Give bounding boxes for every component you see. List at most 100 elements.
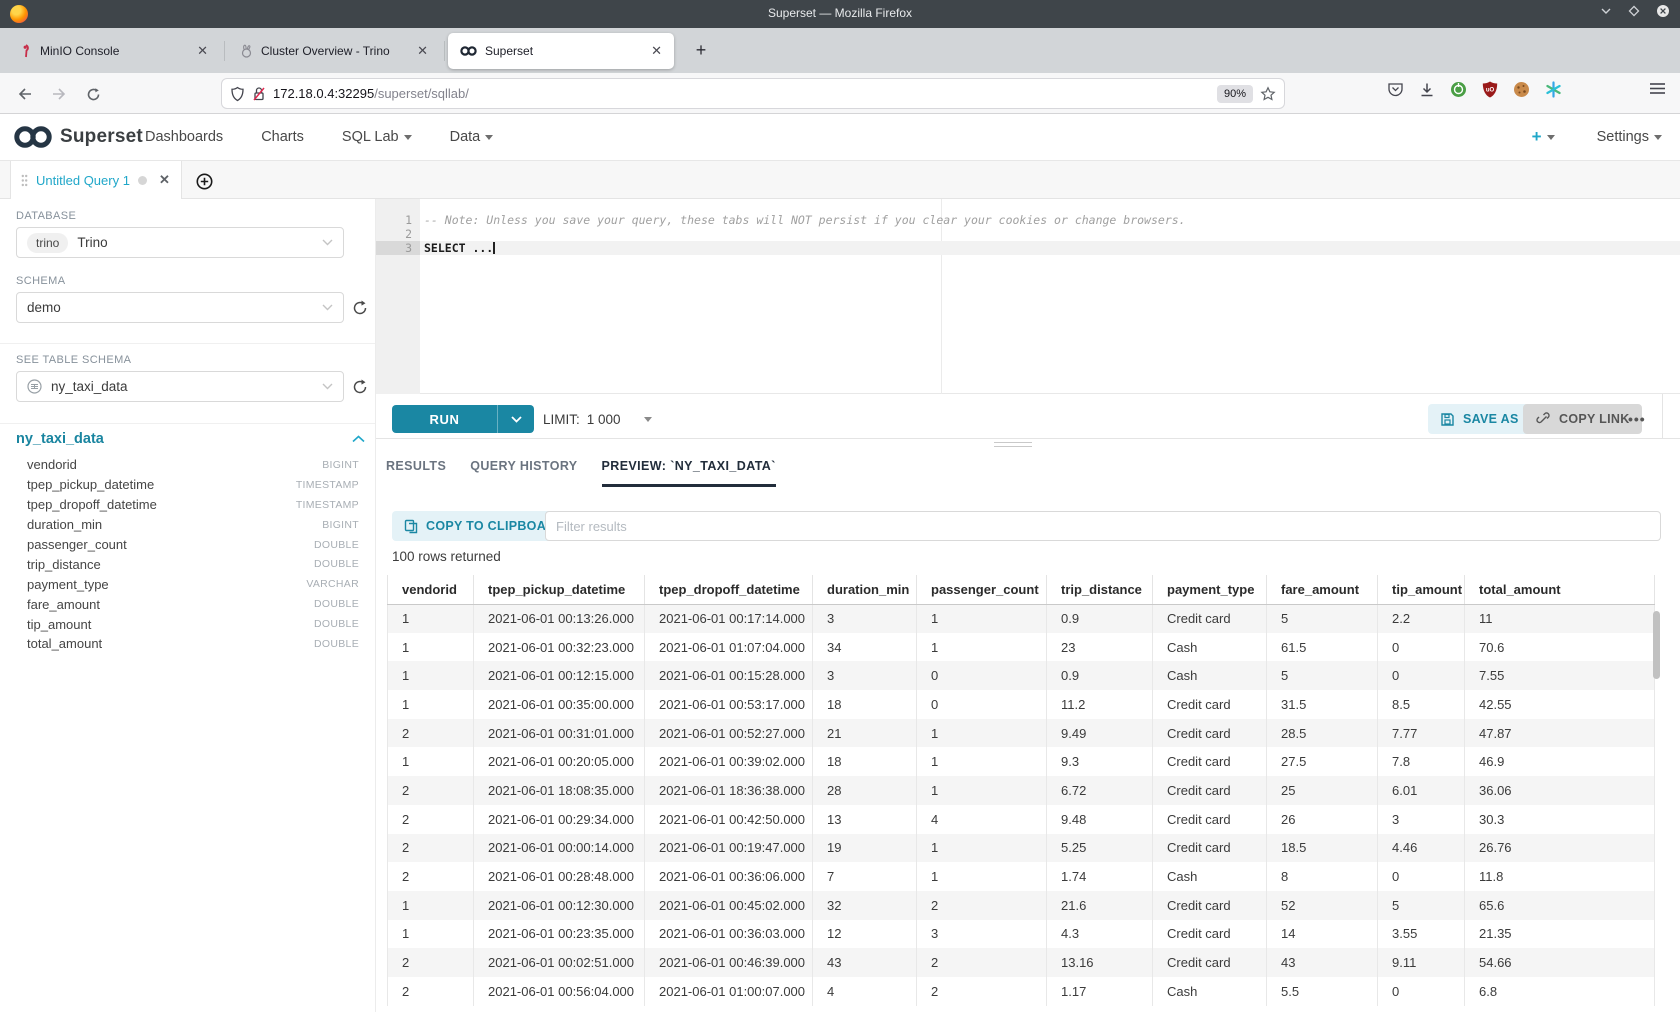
table-cell: 11.2 bbox=[1047, 690, 1153, 719]
column-header[interactable]: tpep_pickup_datetime bbox=[474, 575, 645, 604]
extension-green-icon[interactable] bbox=[1450, 81, 1467, 98]
table-cell: 12 bbox=[813, 920, 917, 949]
column-header[interactable]: trip_distance bbox=[1047, 575, 1153, 604]
sql-editor[interactable]: 1 2 3 -- Note: Unless you save your quer… bbox=[376, 199, 1680, 394]
reload-button[interactable] bbox=[80, 81, 106, 107]
drag-handle-icon[interactable] bbox=[21, 174, 28, 187]
table-cell: 2021-06-01 00:36:06.000 bbox=[645, 862, 813, 891]
browser-tab-title: MinIO Console bbox=[40, 44, 187, 58]
column-type: TIMESTAMP bbox=[296, 499, 359, 511]
cookie-icon[interactable] bbox=[1513, 81, 1530, 98]
column-header[interactable]: tip_amount bbox=[1378, 575, 1465, 604]
forward-button[interactable] bbox=[46, 81, 72, 107]
table-row: 22021-06-01 00:29:34.0002021-06-01 00:42… bbox=[388, 805, 1655, 834]
run-options-chevron[interactable] bbox=[498, 416, 534, 423]
table-cell: Credit card bbox=[1153, 948, 1267, 977]
refresh-table-icon[interactable] bbox=[351, 378, 369, 396]
column-header[interactable]: vendorid bbox=[388, 575, 474, 604]
column-header[interactable]: passenger_count bbox=[917, 575, 1047, 604]
menu-hamburger-icon[interactable] bbox=[1649, 81, 1666, 96]
table-cell: 2021-06-01 00:13:26.000 bbox=[474, 604, 645, 633]
window-maximize-icon[interactable] bbox=[1628, 5, 1640, 17]
table-cell: 4.46 bbox=[1378, 834, 1465, 863]
nav-item-charts[interactable]: Charts bbox=[261, 129, 304, 145]
table-cell: 2021-06-01 01:00:07.000 bbox=[645, 977, 813, 1006]
table-cell: 25 bbox=[1267, 776, 1378, 805]
tab-separator bbox=[224, 41, 225, 61]
new-item-button[interactable]: + bbox=[1532, 127, 1555, 147]
tab-query-history[interactable]: QUERY HISTORY bbox=[470, 459, 577, 487]
superset-brand[interactable]: Superset bbox=[12, 122, 143, 152]
table-cell: 2 bbox=[388, 977, 474, 1006]
query-tab-active[interactable]: Untitled Query 1 ✕ bbox=[10, 161, 182, 199]
browser-tab-minio[interactable]: MinIO Console ✕ bbox=[8, 33, 220, 69]
schema-value: demo bbox=[27, 300, 61, 315]
refresh-schema-icon[interactable] bbox=[351, 299, 369, 317]
settings-menu[interactable]: Settings bbox=[1597, 129, 1662, 145]
table-value: ny_taxi_data bbox=[51, 379, 128, 394]
table-scrollbar-thumb[interactable] bbox=[1653, 611, 1660, 679]
filter-results-input[interactable] bbox=[545, 511, 1661, 541]
schema-select[interactable]: demo bbox=[16, 292, 344, 323]
pocket-icon[interactable] bbox=[1387, 81, 1404, 98]
nav-item-data[interactable]: Data bbox=[450, 129, 494, 145]
column-header[interactable]: fare_amount bbox=[1267, 575, 1378, 604]
column-header[interactable]: payment_type bbox=[1153, 575, 1267, 604]
save-as-button[interactable]: SAVE AS bbox=[1428, 404, 1531, 434]
table-cell: 43 bbox=[1267, 948, 1378, 977]
new-tab-button[interactable]: + bbox=[688, 38, 714, 62]
nav-item-dashboards[interactable]: Dashboards bbox=[145, 129, 223, 145]
run-query-button[interactable]: RUN bbox=[392, 405, 534, 433]
table-row: 22021-06-01 00:02:51.0002021-06-01 00:46… bbox=[388, 948, 1655, 977]
add-query-tab-button[interactable] bbox=[190, 169, 218, 193]
table-row: 22021-06-01 00:31:01.0002021-06-01 00:52… bbox=[388, 719, 1655, 748]
query-tab-close-icon[interactable]: ✕ bbox=[159, 172, 170, 188]
table-cell: 9.49 bbox=[1047, 719, 1153, 748]
table-icon bbox=[27, 379, 42, 394]
tab-close-icon[interactable]: ✕ bbox=[195, 43, 210, 59]
bookmark-star-icon[interactable] bbox=[1260, 86, 1276, 102]
tab-results[interactable]: RESULTS bbox=[386, 459, 446, 487]
nav-item-sql-lab[interactable]: SQL Lab bbox=[342, 129, 412, 145]
column-name: duration_min bbox=[27, 517, 102, 532]
chevron-up-icon[interactable] bbox=[352, 435, 365, 443]
table-cell: 31.5 bbox=[1267, 690, 1378, 719]
schema-column-row: tip_amountDOUBLE bbox=[0, 614, 375, 634]
download-icon[interactable] bbox=[1419, 82, 1435, 98]
url-bar[interactable]: 172.18.0.4:32295/superset/sqllab/ 90% bbox=[222, 79, 1284, 108]
column-header[interactable]: total_amount bbox=[1465, 575, 1655, 604]
table-select[interactable]: ny_taxi_data bbox=[16, 371, 344, 402]
table-cell: 2021-06-01 18:36:38.000 bbox=[645, 776, 813, 805]
tab-preview-ny-taxi-data[interactable]: PREVIEW: `NY_TAXI_DATA` bbox=[602, 459, 776, 487]
tab-close-icon[interactable]: ✕ bbox=[415, 43, 430, 59]
ublock-icon[interactable]: uO bbox=[1482, 81, 1498, 98]
table-cell: 46.9 bbox=[1465, 747, 1655, 776]
table-cell: 52 bbox=[1267, 891, 1378, 920]
back-button[interactable] bbox=[12, 81, 38, 107]
schema-column-row: payment_typeVARCHAR bbox=[0, 574, 375, 594]
table-cell: 4 bbox=[917, 805, 1047, 834]
column-header[interactable]: tpep_dropoff_datetime bbox=[645, 575, 813, 604]
more-actions-button[interactable]: ••• bbox=[1622, 404, 1652, 434]
window-minimize-icon[interactable] bbox=[1600, 5, 1612, 17]
window-close-icon[interactable] bbox=[1656, 4, 1670, 18]
shield-icon[interactable] bbox=[230, 86, 245, 102]
browser-tab-trino[interactable]: Cluster Overview - Trino ✕ bbox=[228, 33, 440, 69]
tab-close-icon[interactable]: ✕ bbox=[649, 43, 664, 59]
zoom-level-badge[interactable]: 90% bbox=[1217, 85, 1253, 103]
table-cell: Cash bbox=[1153, 862, 1267, 891]
extension-asterisk-icon[interactable] bbox=[1545, 81, 1562, 98]
database-select[interactable]: trino Trino bbox=[16, 227, 344, 258]
table-cell: 2021-06-01 00:29:34.000 bbox=[474, 805, 645, 834]
schema-column-row: tpep_pickup_datetimeTIMESTAMP bbox=[0, 475, 375, 495]
column-header[interactable]: duration_min bbox=[813, 575, 917, 604]
table-row: 22021-06-01 00:00:14.0002021-06-01 00:19… bbox=[388, 834, 1655, 863]
limit-dropdown[interactable]: LIMIT: 1 000 bbox=[543, 405, 652, 433]
table-cell: 3 bbox=[1378, 805, 1465, 834]
insecure-lock-icon[interactable] bbox=[252, 86, 266, 102]
browser-tab-superset[interactable]: Superset ✕ bbox=[448, 33, 674, 69]
pane-drag-handle[interactable] bbox=[994, 442, 1032, 450]
table-row: 22021-06-01 18:08:35.0002021-06-01 18:36… bbox=[388, 776, 1655, 805]
table-cell: Credit card bbox=[1153, 690, 1267, 719]
chevron-down-icon bbox=[322, 304, 333, 311]
